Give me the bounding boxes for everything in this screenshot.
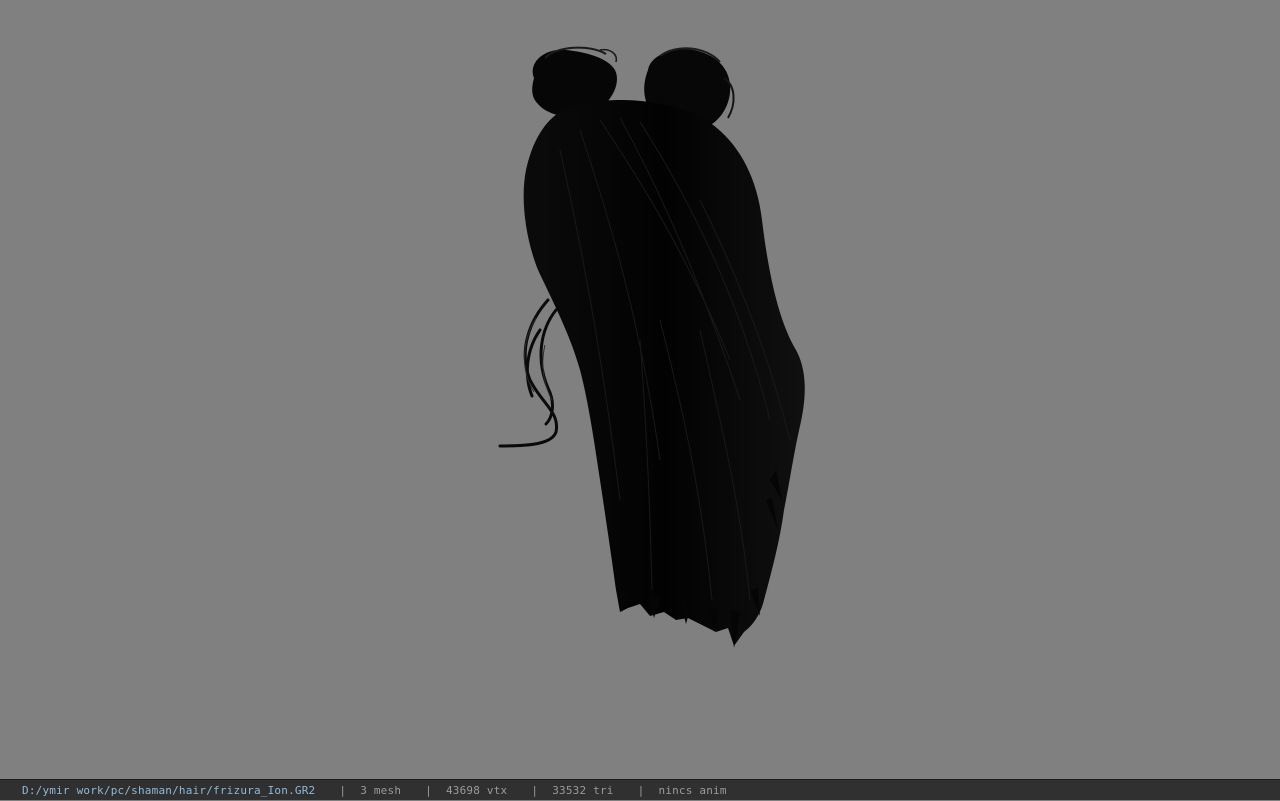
mesh-count-label: 3 mesh	[360, 783, 402, 797]
triangle-count-label: 33532 tri	[552, 783, 614, 797]
status-separator: |	[637, 783, 645, 797]
status-separator: |	[531, 783, 539, 797]
status-bar: D:/ymir work/pc/shaman/hair/frizura_Ion.…	[0, 779, 1280, 800]
hair-model-render	[498, 46, 805, 648]
vertex-count-label: 43698 vtx	[445, 783, 508, 797]
status-separator: |	[339, 783, 347, 797]
hair-main-mass	[523, 100, 805, 646]
status-separator: |	[425, 783, 432, 797]
animation-status-label: nincs anim	[658, 783, 727, 797]
hair-loose-strands	[498, 298, 559, 448]
file-path-label: D:/ymir work/pc/shaman/hair/frizura_Ion.…	[22, 783, 316, 797]
3d-viewport[interactable]	[0, 0, 1280, 779]
